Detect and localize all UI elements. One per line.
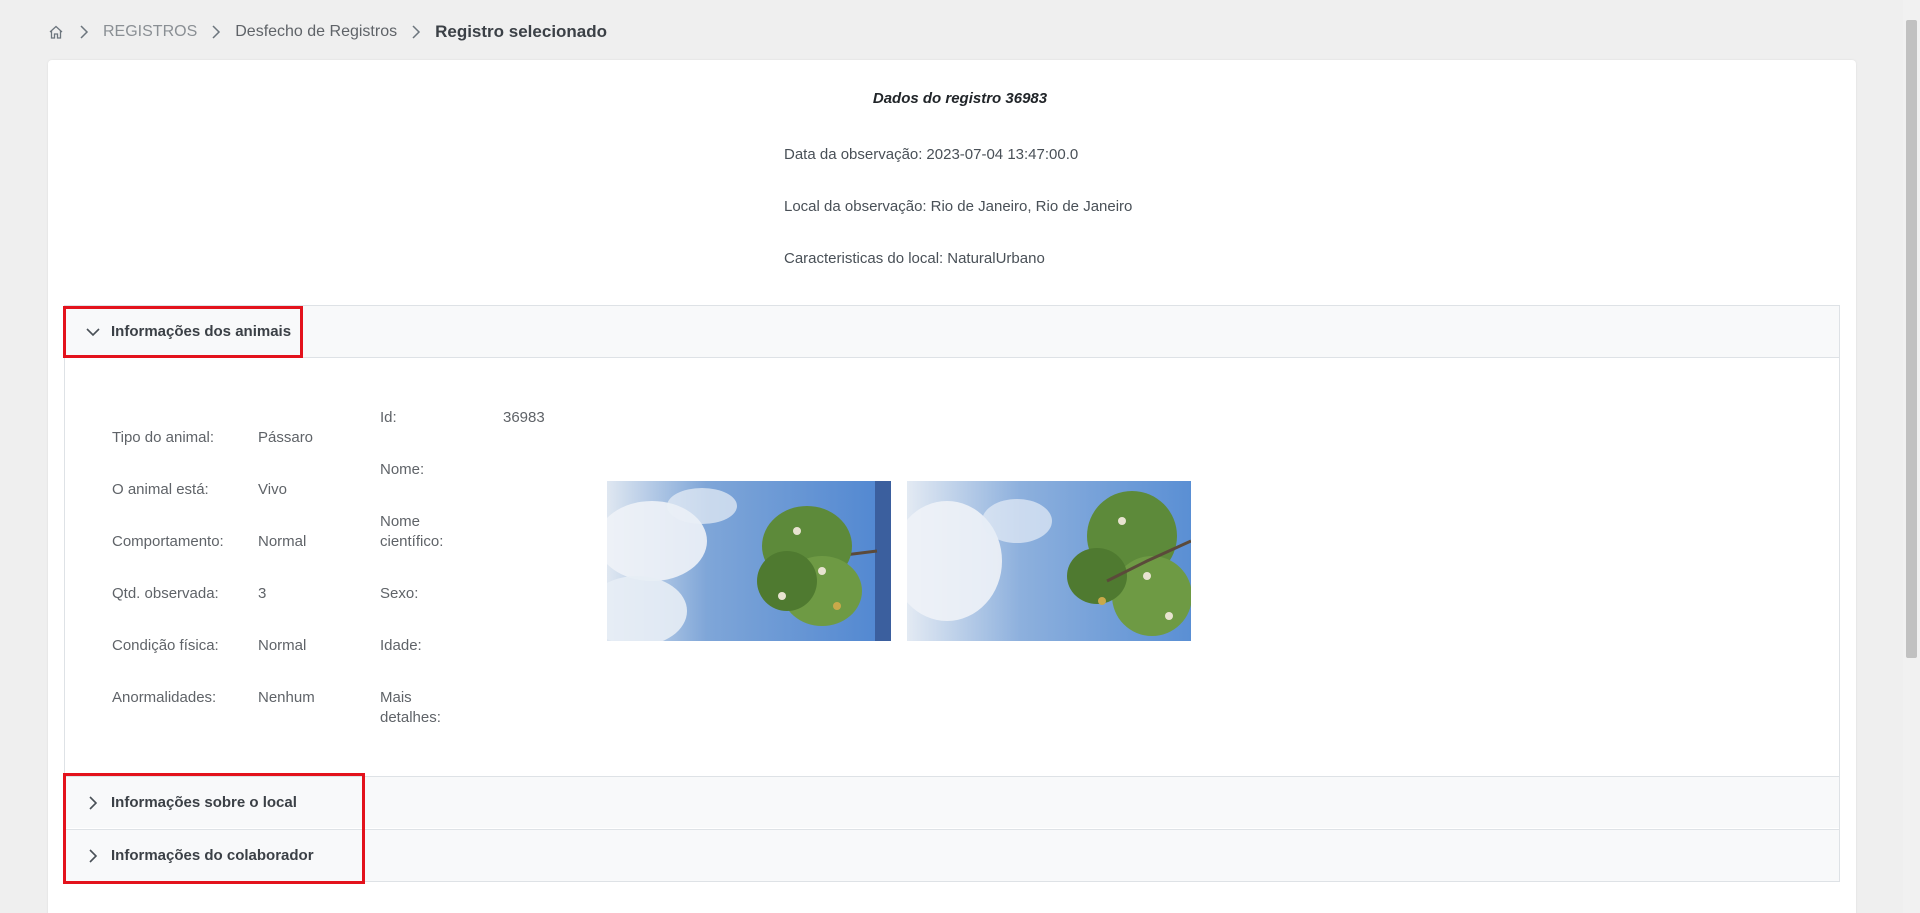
scrollbar-thumb[interactable] <box>1906 20 1917 658</box>
site-label: Caracteristicas do local: <box>784 250 944 267</box>
breadcrumb-registros[interactable]: REGISTROS <box>103 23 197 41</box>
breadcrumb-desfecho[interactable]: Desfecho de Registros <box>235 23 397 41</box>
field-label-behavior: Comportamento: <box>112 533 224 550</box>
accordion-animals-header[interactable]: Informações dos animais <box>65 306 1839 358</box>
field-label-sex: Sexo: <box>380 585 419 602</box>
chevron-right-icon <box>73 25 95 39</box>
field-label-name: Nome: <box>380 461 425 478</box>
chevron-right-icon <box>85 795 101 811</box>
animal-photo-1[interactable] <box>607 481 891 641</box>
field-label-id: Id: <box>380 409 397 426</box>
field-value-behavior: Normal <box>258 533 307 550</box>
field-label-animal-state: O animal está: <box>112 481 209 498</box>
field-value-id: 36983 <box>503 409 545 426</box>
field-label-quantity: Qtd. observada: <box>112 585 219 602</box>
accordion-collaborator-label: Informações do colaborador <box>111 847 314 864</box>
page-scrollbar[interactable] <box>1903 0 1920 913</box>
field-value-quantity: 3 <box>258 585 267 602</box>
accordion-collaborator-header[interactable]: Informações do colaborador <box>65 829 1839 881</box>
field-label-age: Idade: <box>380 637 422 654</box>
field-label-more-details: Mais detalhes: <box>380 689 441 726</box>
field-value-animal-state: Vivo <box>258 481 287 498</box>
field-label-animal-type: Tipo do animal: <box>112 429 214 446</box>
chevron-down-icon <box>85 324 101 340</box>
accordion-place-header[interactable]: Informações sobre o local <box>65 776 1839 828</box>
breadcrumb: REGISTROS Desfecho de Registros Registro… <box>47 20 607 44</box>
observation-date-value: 2023-07-04 13:47:00.0 <box>926 146 1079 163</box>
field-value-condition: Normal <box>258 637 307 654</box>
location-line: Local da observação: Rio de Janeiro, Rio … <box>784 198 1132 215</box>
field-label-scientific-name: Nome científico: <box>380 513 444 550</box>
site-value: NaturalUrbano <box>947 250 1045 267</box>
field-value-animal-type: Pássaro <box>258 429 314 446</box>
chevron-right-icon <box>205 25 227 39</box>
observation-date-line: Data da observação: 2023-07-04 13:47:00.0 <box>784 146 1078 163</box>
chevron-right-icon <box>405 25 427 39</box>
accordion-place-label: Informações sobre o local <box>111 794 297 811</box>
site-line: Caracteristicas do local: NaturalUrbano <box>784 250 1045 267</box>
field-label-condition: Condição física: <box>112 637 219 654</box>
record-title: Dados do registro 36983 <box>872 90 1048 107</box>
observation-date-label: Data da observação: <box>784 146 923 163</box>
accordion-animals-label: Informações dos animais <box>111 323 292 340</box>
animal-photo-2[interactable] <box>907 481 1191 641</box>
breadcrumb-current: Registro selecionado <box>435 22 608 41</box>
home-icon[interactable] <box>47 23 65 41</box>
field-value-abnormalities: Nenhum <box>258 689 315 706</box>
location-label: Local da observação: <box>784 198 927 215</box>
chevron-right-icon <box>85 848 101 864</box>
field-label-abnormalities: Anormalidades: <box>112 689 217 706</box>
location-value: Rio de Janeiro, Rio de Janeiro <box>930 198 1133 215</box>
